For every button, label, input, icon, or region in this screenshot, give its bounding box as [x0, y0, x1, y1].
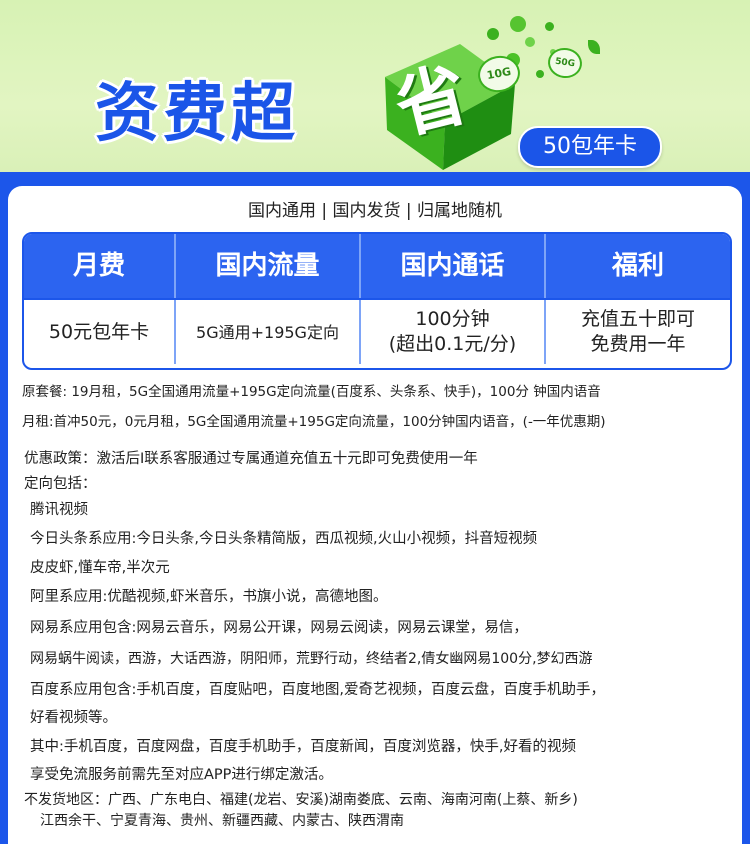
tag-10g: 10G [485, 64, 513, 83]
header-monthly-fee: 月费 [72, 251, 125, 281]
detail-line: 网易蜗牛阅读，西游，大话西游，阴阳师，荒野行动，终结者2,倩女幽网易100分,梦… [30, 651, 593, 667]
plan-table: 月费 国内流量 国内通话 福利 50元包年卡 5G通用+195G定向 100分钟… [22, 232, 732, 370]
cell-monthly-fee: 50元包年卡 [24, 300, 174, 364]
cell-text: (超出0.1元/分) [388, 333, 517, 355]
sparkle-icon [510, 16, 526, 32]
cell-text: 充值五十即可 [580, 308, 695, 330]
banner-title: 资费超 [95, 77, 299, 151]
header-domestic-calls: 国内通话 [400, 251, 505, 281]
detail-line: 皮皮虾,懂车帝,半次元 [30, 560, 170, 576]
detail-line: 腾讯视频 [30, 502, 88, 518]
detail-line: 原套餐: 19月租，5G全国通用流量+195G定向流量(百度系、头条系、快手)，… [22, 384, 601, 400]
cell-benefits: 充值五十即可 免费用一年 [546, 300, 730, 364]
detail-line: 江西余干、宁夏青海、贵州、新疆西藏、内蒙古、陕西渭南 [40, 813, 404, 829]
subtitle: 国内通用 | 国内发货 | 归属地随机 [247, 201, 503, 221]
detail-line: 月租:首冲50元，0元月租，5G全国通用流量+195G定向流量，100分钟国内语… [22, 414, 606, 430]
detail-line: 阿里系应用:优酷视频,虾米音乐，书旗小说，高德地图。 [30, 589, 388, 605]
detail-line: 百度系应用包含:手机百度，百度贴吧，百度地图,爱奇艺视频，百度云盘，百度手机助手… [30, 682, 605, 698]
detail-line: 优惠政策：激活后I联系客服通过专属通道充值五十元即可免费使用一年 [24, 451, 478, 467]
cell-text: 100分钟 [415, 308, 490, 330]
plan-badge: 50包年卡 [518, 126, 662, 168]
cell-text: 5G通用+195G定向 [196, 322, 339, 342]
header-domestic-data: 国内流量 [215, 251, 320, 281]
leaf-icon [588, 40, 600, 54]
detail-line: 今日头条系应用:今日头条,今日头条精简版，西瓜视频,火山小视频，抖音短视频 [30, 531, 538, 547]
detail-line: 定向包括： [24, 476, 97, 492]
detail-line: 其中:手机百度，百度网盘，百度手机助手，百度新闻，百度浏览器，快手,好看的视频 [30, 739, 576, 755]
detail-line: 好看视频等。 [30, 710, 117, 726]
cell-domestic-calls: 100分钟 (超出0.1元/分) [361, 300, 544, 364]
cell-text: 免费用一年 [590, 333, 686, 355]
sparkle-icon [545, 22, 554, 31]
detail-line: 网易系应用包含:网易云音乐，网易公开课，网易云阅读，网易云课堂，易信， [30, 620, 528, 636]
header-benefits: 福利 [611, 251, 664, 281]
detail-line: 不发货地区：广西、广东电白、福建(龙岩、安溪)湖南娄底、云南、海南河南(上蔡、新… [24, 792, 578, 808]
cell-domestic-data: 5G通用+195G定向 [176, 300, 359, 364]
tag-50g: 50G [554, 56, 576, 70]
detail-line: 享受免流服务前需先至对应APP进行绑定激活。 [30, 767, 333, 783]
cell-text: 50元包年卡 [48, 320, 150, 343]
